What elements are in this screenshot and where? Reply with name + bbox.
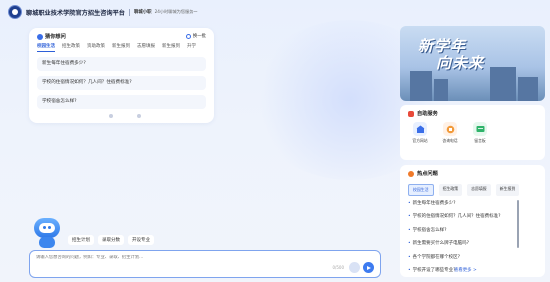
official-site-label: 官方网站 — [412, 138, 428, 143]
building-shape — [490, 67, 516, 101]
robot-avatar — [32, 216, 62, 248]
tab-campus-life[interactable]: 校园生活 — [37, 43, 55, 52]
robot-face — [39, 223, 55, 233]
guess-title: 猜你想问 — [45, 34, 66, 40]
self-service-header: 自助服务 — [408, 110, 438, 117]
message-icon — [473, 122, 487, 136]
tab-application[interactable]: 志愿填报 — [137, 43, 155, 52]
quick-tag-scores[interactable]: 录取分数 — [98, 235, 124, 245]
pager-dot[interactable] — [137, 114, 141, 118]
banner-line-2: 向未来 — [436, 54, 485, 72]
chat-input[interactable] — [36, 255, 286, 260]
official-site-button[interactable]: 官方网站 — [408, 122, 432, 144]
quick-tag-majors[interactable]: 开设专业 — [128, 235, 154, 245]
pager-dot[interactable] — [109, 114, 113, 118]
tab-further-study[interactable]: 升学 — [187, 43, 196, 52]
header: 聊城职业技术学院官方招生咨询平台 聊城小职 24小时聊城为您服务～ — [8, 4, 198, 20]
chat-input-box: 0/500 — [29, 250, 381, 278]
banner-line-1: 新学年 — [418, 37, 467, 55]
guess-card: 猜你想问 换一批 校园生活 招生政策 资助政策 新生报到 志愿填报 新生报到 升… — [29, 28, 214, 123]
hot-questions-card: 热点问题 校园生活 招生政策 志愿填报 新生报到 新生每年住宿费多少? 学校的住… — [400, 165, 545, 277]
building-shape — [434, 79, 448, 101]
self-service-card: 自助服务 官方网站 咨询电话 留言板 — [400, 105, 545, 160]
hot-tab-freshman-report[interactable]: 新生报到 — [495, 184, 520, 196]
refresh-button[interactable]: 换一批 — [185, 33, 206, 39]
robot-body — [39, 237, 55, 248]
send-button[interactable] — [363, 262, 374, 273]
guess-header: 猜你想问 — [37, 33, 66, 40]
self-service-title: 自助服务 — [417, 111, 438, 117]
hot-tab-campus-life[interactable]: 校园生活 — [408, 184, 434, 196]
tab-admission-policy[interactable]: 招生政策 — [62, 43, 80, 52]
guess-tabs: 校园生活 招生政策 资助政策 新生报到 志愿填报 新生报到 升学 — [37, 43, 208, 52]
phone-icon — [443, 122, 457, 136]
guess-question[interactable]: 新生每年住宿费多少? — [37, 57, 206, 71]
guess-question[interactable]: 学校宿舍怎么样? — [37, 95, 206, 109]
assistant-name: 聊城小职 — [134, 10, 152, 15]
pager-dots — [109, 114, 165, 118]
hot-tab-admission-policy[interactable]: 招生政策 — [438, 184, 463, 196]
banner-slogan: 新学年 向未来 — [418, 38, 484, 72]
college-logo-icon — [8, 5, 22, 19]
hot-scrollbar[interactable] — [517, 200, 519, 248]
question-icon — [37, 33, 43, 40]
guess-question[interactable]: 学校的住宿情况如何？几人间？住宿费标准? — [37, 76, 206, 90]
fire-icon — [408, 170, 414, 177]
hot-title: 热点问题 — [417, 171, 438, 177]
refresh-icon — [185, 33, 191, 39]
attach-button[interactable] — [349, 262, 360, 273]
tab-freshman-report[interactable]: 新生报到 — [112, 43, 130, 52]
building-shape — [518, 77, 538, 101]
view-more-link[interactable]: 查看更多 > — [454, 267, 477, 273]
hot-header: 热点问题 — [408, 170, 438, 177]
quick-tags: 招生计划 录取分数 开设专业 — [68, 235, 158, 245]
header-divider — [129, 8, 130, 16]
service-icon — [408, 110, 414, 117]
website-icon — [413, 122, 427, 136]
hot-tabs: 校园生活 招生政策 志愿填报 新生报到 — [408, 184, 540, 196]
refresh-label: 换一批 — [192, 34, 206, 39]
tab-freshman-report-2[interactable]: 新生报到 — [162, 43, 180, 52]
promo-banner[interactable]: 新学年 向未来 — [400, 26, 545, 101]
message-board-label: 留言板 — [474, 138, 486, 143]
site-title: 聊城职业技术学院官方招生咨询平台 — [26, 9, 125, 17]
tab-aid-policy[interactable]: 资助政策 — [87, 43, 105, 52]
hot-question[interactable]: 各个学院都在哪个校区? — [408, 251, 536, 264]
message-board-button[interactable]: 留言板 — [468, 122, 492, 144]
robot-eye — [43, 226, 46, 229]
building-shape — [410, 71, 432, 101]
quick-tag-plan[interactable]: 招生计划 — [68, 235, 94, 245]
phone-button[interactable]: 咨询电话 — [438, 122, 462, 144]
phone-label: 咨询电话 — [442, 138, 458, 143]
robot-eye — [48, 226, 51, 229]
hot-tab-application[interactable]: 志愿填报 — [467, 184, 491, 196]
char-count: 0/500 — [332, 265, 344, 270]
header-slogan: 24小时聊城为您服务～ — [154, 9, 198, 14]
